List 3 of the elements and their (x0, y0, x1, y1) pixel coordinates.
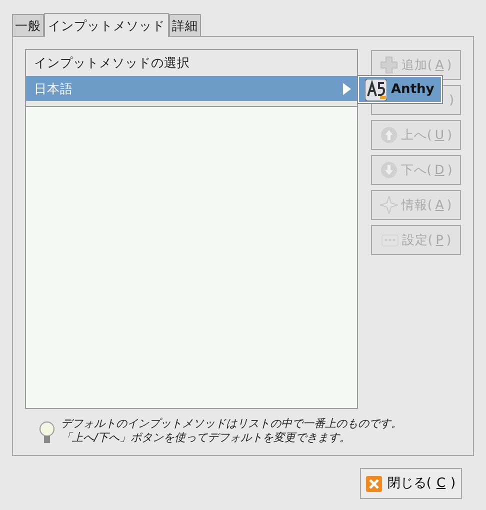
list-header: インプットメソッドの選択 (26, 50, 357, 76)
hint-text: 「上へ/下へ」ボタンを使ってデフォルトを変更できます。 (61, 431, 352, 445)
hint-text: デフォルトのインプットメソッドはリストの中で一番上のものです。 (61, 417, 402, 431)
